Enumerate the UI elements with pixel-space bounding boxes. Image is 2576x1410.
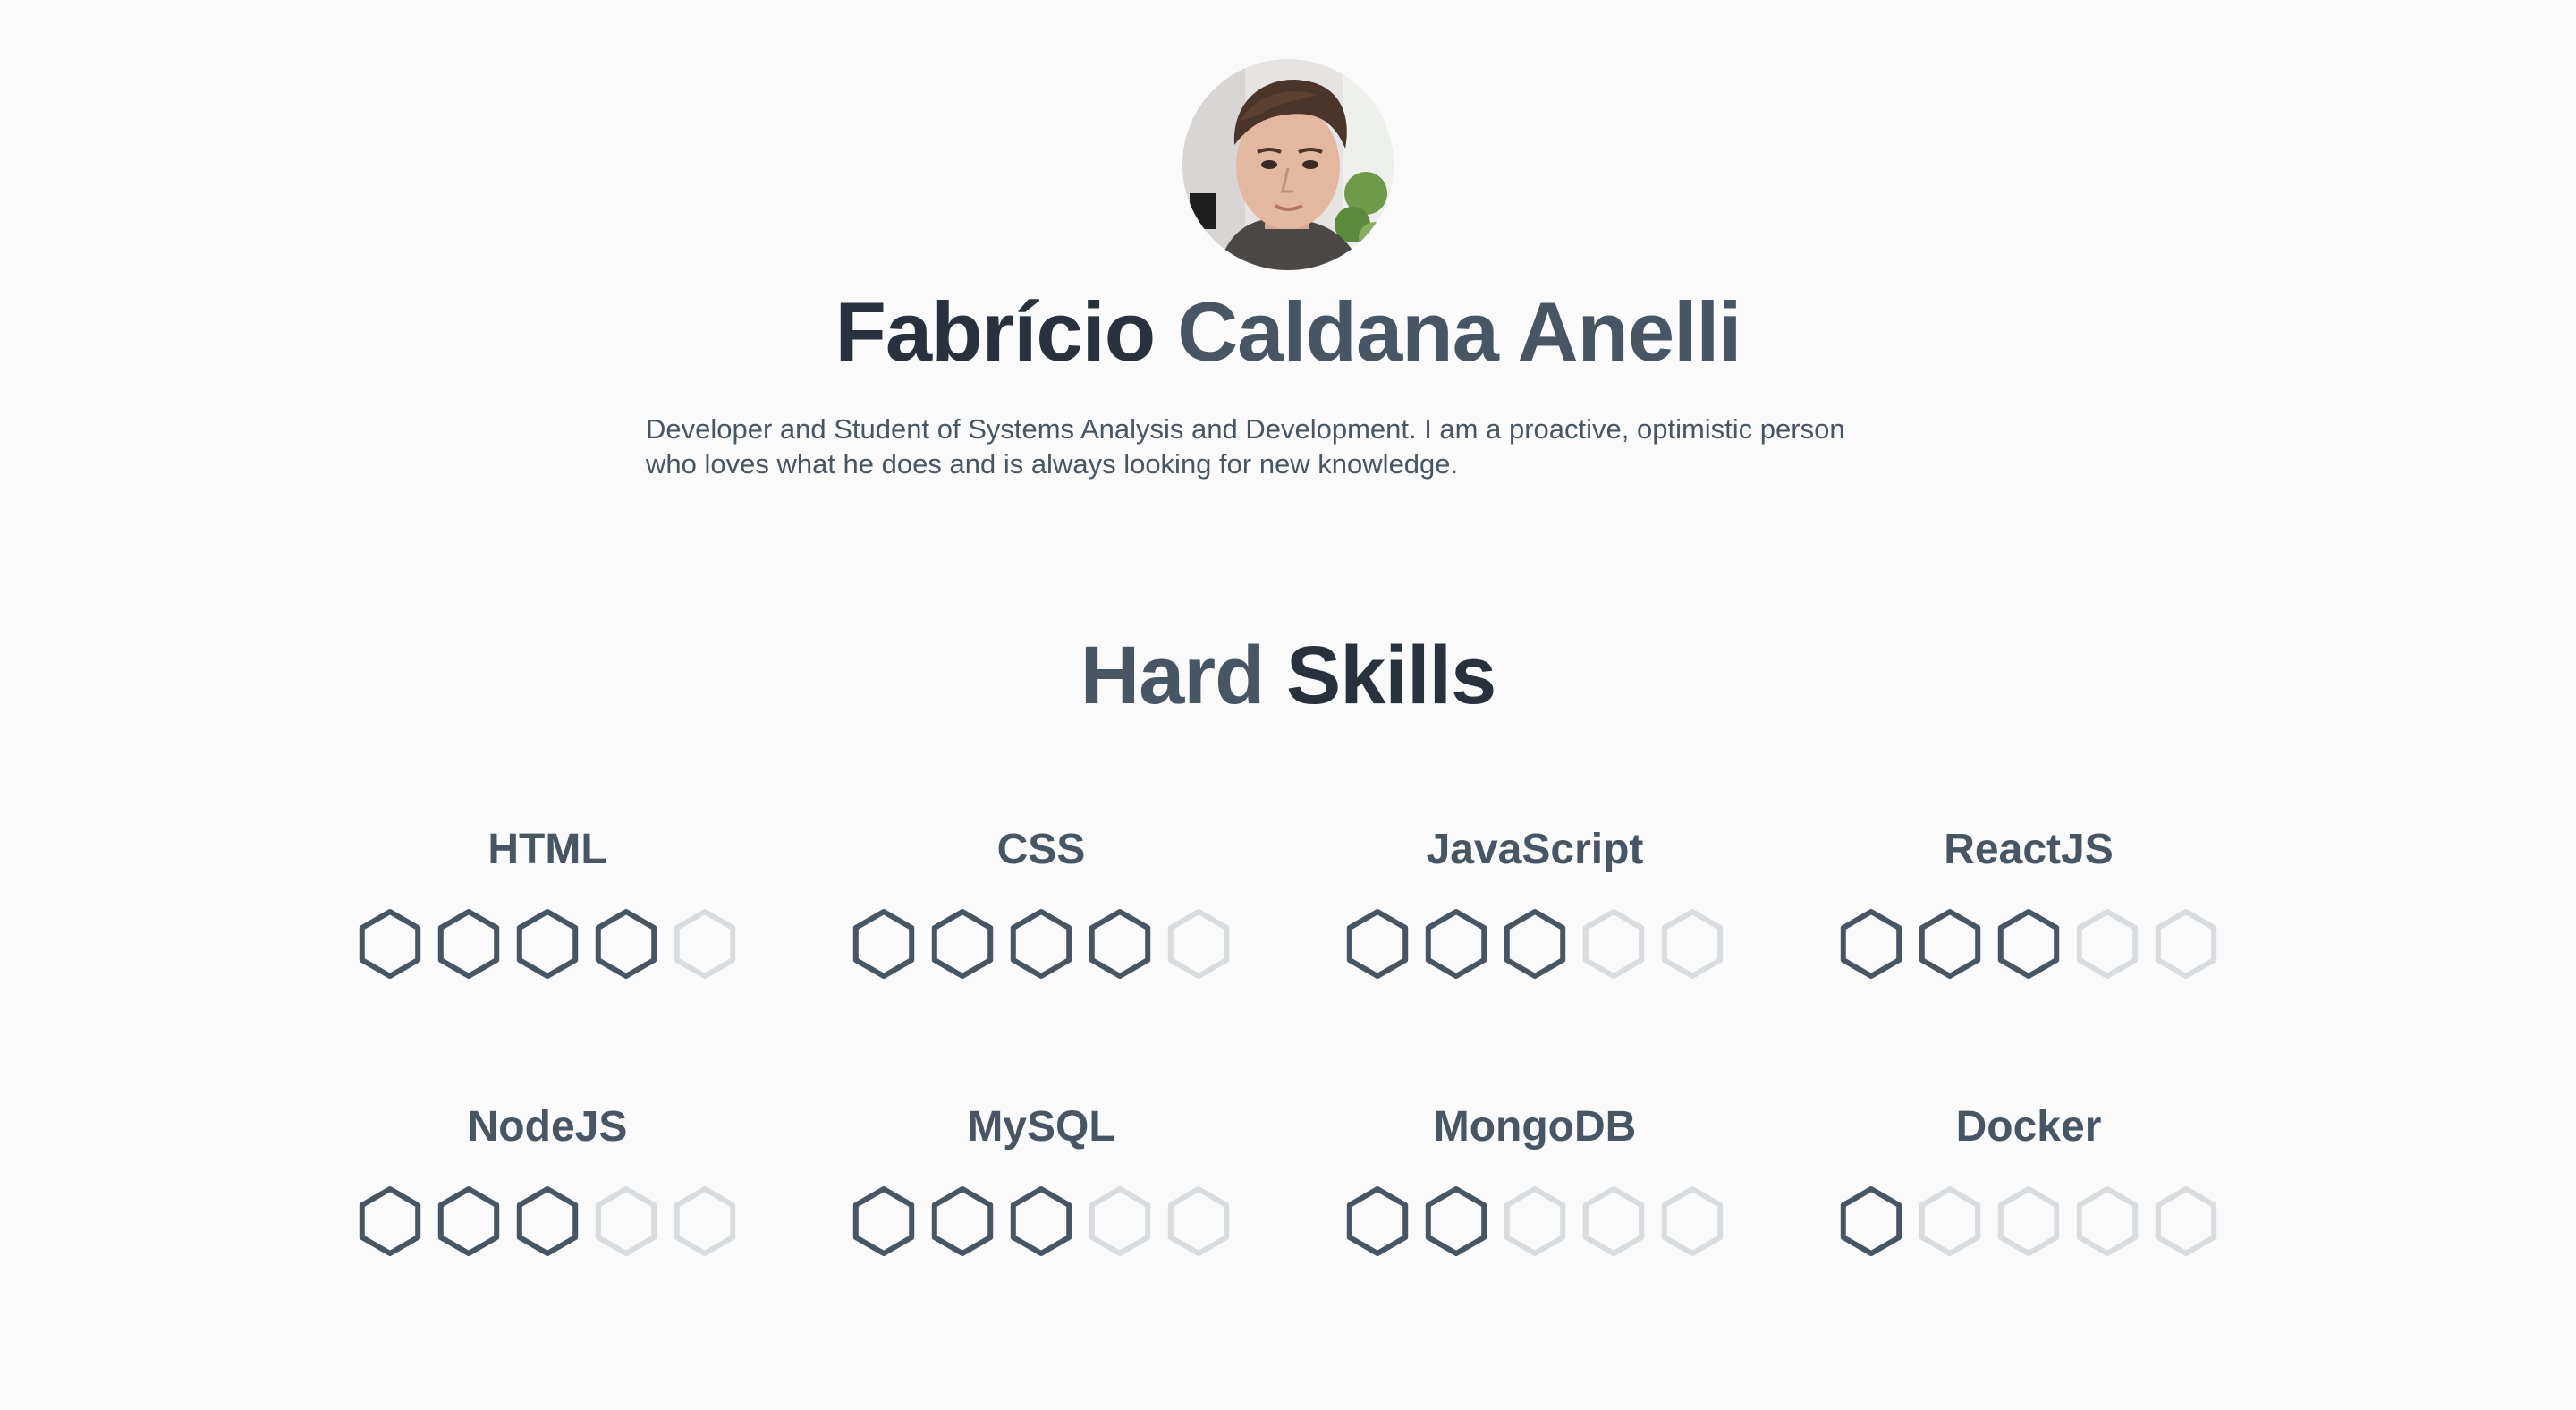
hexagon-filled-icon xyxy=(437,909,500,979)
hexagon-empty-icon xyxy=(1661,909,1724,979)
profile-name: Fabrício Caldana Anelli xyxy=(0,274,2576,390)
hexagon-filled-icon xyxy=(1346,1186,1409,1256)
hexagon-filled-icon xyxy=(437,1186,500,1256)
hexagon-filled-icon xyxy=(516,1186,579,1256)
hexagon-empty-icon xyxy=(595,1186,657,1256)
last-name: Caldana Anelli xyxy=(1177,285,1741,378)
hexagon-empty-icon xyxy=(1582,1186,1645,1256)
skill-rating-hexagons xyxy=(852,909,1230,979)
profile-page: Fabrício Caldana Anelli Developer and St… xyxy=(0,0,2576,1410)
hexagon-filled-icon xyxy=(1425,909,1487,979)
hexagon-filled-icon xyxy=(1010,909,1072,979)
avatar-photo xyxy=(1182,59,1394,270)
skill-name: NodeJS xyxy=(467,1103,628,1151)
hexagon-filled-icon xyxy=(1504,909,1566,979)
section-title-word-2: Skills xyxy=(1285,630,1496,721)
hexagon-filled-icon xyxy=(1840,909,1902,979)
hexagon-filled-icon xyxy=(516,909,579,979)
hexagon-empty-icon xyxy=(1089,1186,1151,1256)
avatar xyxy=(1182,59,1394,270)
skill-card: JavaScript xyxy=(1288,805,1782,1020)
skill-name: JavaScript xyxy=(1426,826,1644,873)
skill-card: Docker xyxy=(1782,1083,2275,1297)
hexagon-filled-icon xyxy=(1997,909,2060,979)
skill-rating-hexagons xyxy=(1346,909,1724,979)
skill-rating xyxy=(1335,904,1735,984)
skill-rating-hexagons xyxy=(359,1186,736,1256)
hexagon-filled-icon xyxy=(1840,1186,1902,1256)
hexagon-filled-icon xyxy=(852,1186,915,1256)
hexagon-filled-icon xyxy=(359,909,421,979)
hexagon-empty-icon xyxy=(2076,909,2139,979)
skill-rating xyxy=(347,1181,748,1261)
skill-rating-hexagons xyxy=(1840,909,2217,979)
skill-name: Docker xyxy=(1955,1103,2102,1151)
hexagon-empty-icon xyxy=(674,1186,736,1256)
hexagon-empty-icon xyxy=(1661,1186,1724,1256)
hexagon-empty-icon xyxy=(1997,1186,2060,1256)
skill-card: CSS xyxy=(794,805,1288,1020)
hexagon-filled-icon xyxy=(595,909,657,979)
hexagon-filled-icon xyxy=(931,1186,994,1256)
section-title: Hard Skills xyxy=(0,617,2576,734)
hexagon-empty-icon xyxy=(2155,1186,2217,1256)
hexagon-empty-icon xyxy=(1167,1186,1230,1256)
skill-name: CSS xyxy=(996,826,1086,873)
hexagon-filled-icon xyxy=(1425,1186,1487,1256)
skill-rating xyxy=(1828,904,2229,984)
profile-bio: Developer and Student of Systems Analysi… xyxy=(646,413,1845,480)
hexagon-filled-icon xyxy=(1010,1186,1072,1256)
skill-rating xyxy=(841,904,1241,984)
hexagon-filled-icon xyxy=(1919,909,1981,979)
skill-rating xyxy=(1828,1181,2229,1261)
skill-rating xyxy=(347,904,748,984)
skill-card: ReactJS xyxy=(1782,805,2275,1020)
skill-card: MongoDB xyxy=(1288,1083,1782,1297)
skill-card: NodeJS xyxy=(301,1083,794,1297)
skill-rating-hexagons xyxy=(1840,1186,2217,1256)
skill-rating xyxy=(841,1181,1241,1261)
skill-rating-hexagons xyxy=(1346,1186,1724,1256)
hexagon-filled-icon xyxy=(852,909,915,979)
skill-rating-hexagons xyxy=(852,1186,1230,1256)
hexagon-filled-icon xyxy=(359,1186,421,1256)
hexagon-filled-icon xyxy=(1089,909,1151,979)
hexagon-empty-icon xyxy=(1167,909,1230,979)
skill-name: HTML xyxy=(487,826,607,873)
skill-card: HTML xyxy=(301,805,794,1020)
hexagon-filled-icon xyxy=(931,909,994,979)
skill-name: ReactJS xyxy=(1944,826,2114,873)
skill-card: MySQL xyxy=(794,1083,1288,1297)
hexagon-empty-icon xyxy=(2076,1186,2139,1256)
first-name: Fabrício xyxy=(835,285,1157,378)
hexagon-empty-icon xyxy=(1504,1186,1566,1256)
hexagon-empty-icon xyxy=(1919,1186,1981,1256)
hexagon-empty-icon xyxy=(1582,909,1645,979)
skill-rating xyxy=(1335,1181,1735,1261)
section-title-word-1: Hard xyxy=(1080,630,1266,721)
skill-rating-hexagons xyxy=(359,909,736,979)
skill-name: MongoDB xyxy=(1433,1103,1637,1151)
skill-name: MySQL xyxy=(967,1103,1115,1151)
hexagon-empty-icon xyxy=(674,909,736,979)
hexagon-filled-icon xyxy=(1346,909,1409,979)
hexagon-empty-icon xyxy=(2155,909,2217,979)
